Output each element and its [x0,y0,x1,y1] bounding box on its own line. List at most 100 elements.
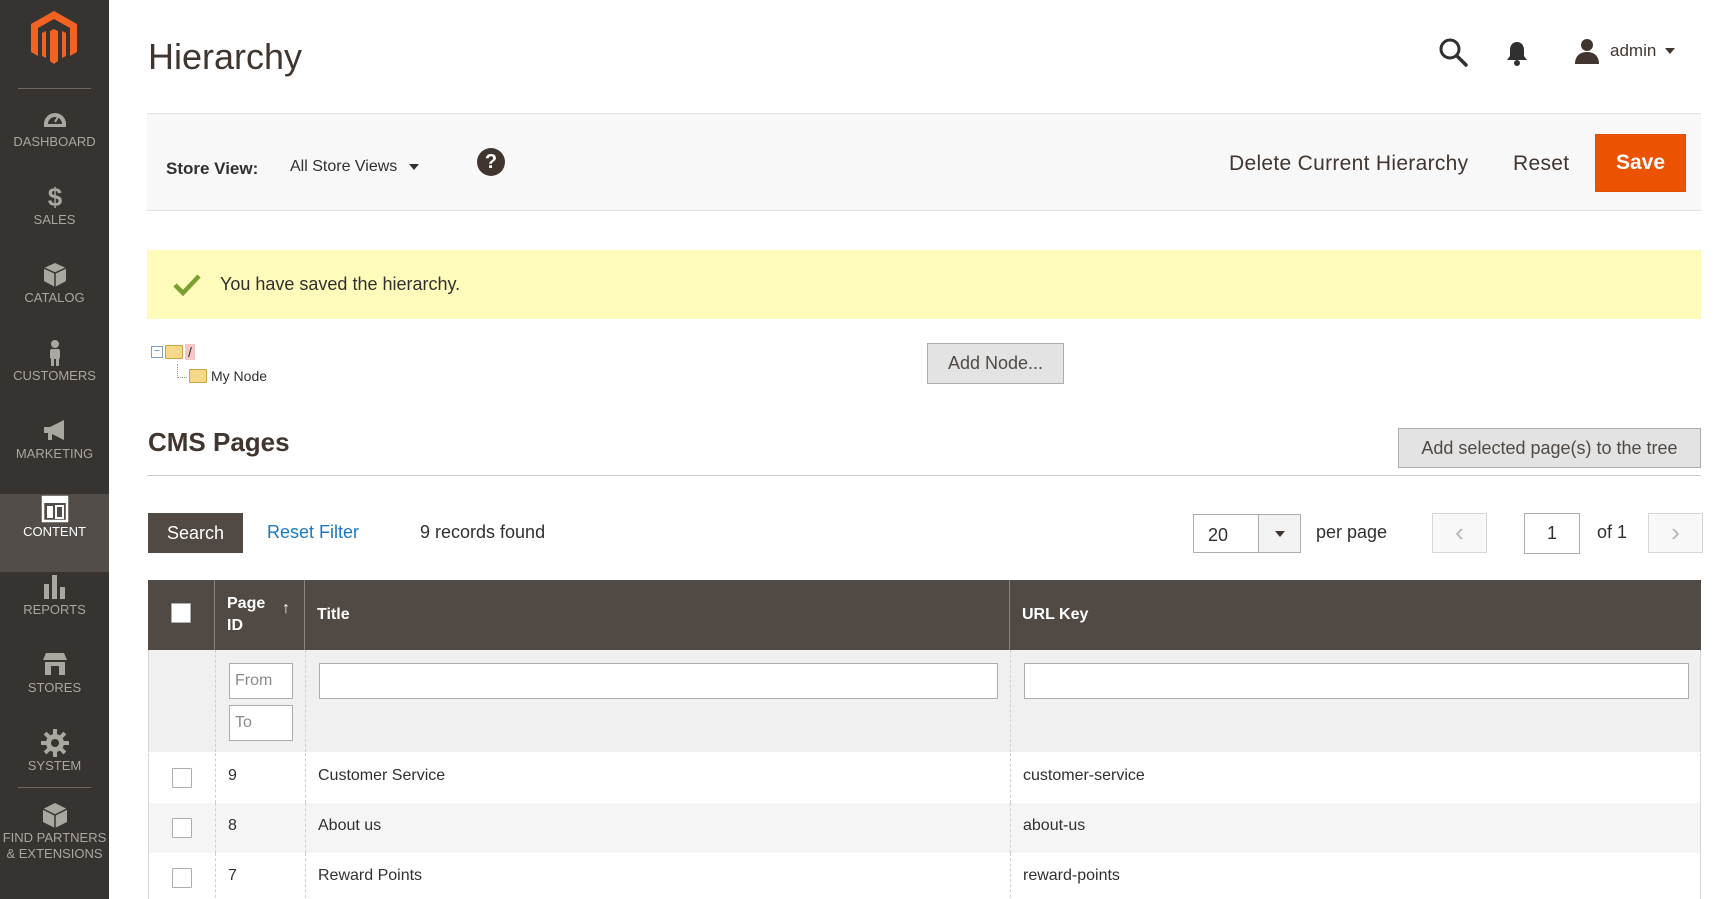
tree-node-label[interactable]: My Node [211,368,267,384]
column-divider [305,650,306,752]
column-header-page-id[interactable]: Page ID ↑ [215,580,305,650]
success-message: You have saved the hierarchy. [147,250,1701,319]
save-button[interactable]: Save [1595,134,1686,192]
hierarchy-tree: − / My Node [151,342,267,386]
select-all-checkbox[interactable] [171,603,191,623]
store-view-label: Store View: [166,159,259,178]
add-selected-pages-button[interactable]: Add selected page(s) to the tree [1398,428,1701,468]
sidebar-item-label: REPORTS [23,602,86,617]
admin-sidebar: DASHBOARD $ SALES CATALOG CUSTOMERS MARK… [0,0,109,899]
cell-title: Reward Points [318,867,423,884]
sidebar-divider [18,787,91,788]
delete-hierarchy-button[interactable]: Delete Current Hierarchy [1229,152,1468,176]
bar-chart-icon [43,575,65,599]
url-key-filter-input[interactable] [1024,663,1689,699]
column-label: Page ID [227,593,265,637]
tree-node[interactable]: My Node [177,364,267,386]
section-title: CMS Pages [148,427,290,457]
tree-node-root[interactable]: − / [151,342,267,362]
sidebar-item-label: STORES [27,680,82,695]
column-label-line: Page [227,595,266,612]
sidebar-item-system[interactable]: SYSTEM [0,728,109,806]
sidebar-item-label: & EXTENSIONS [6,846,103,861]
column-divider [305,803,306,853]
dollar-icon: $ [47,182,62,212]
column-label: URL Key [1022,606,1089,623]
svg-text:$: $ [47,182,62,212]
magento-logo[interactable] [30,11,78,65]
sidebar-item-partners[interactable]: FIND PARTNERS & EXTENSIONS [0,800,109,890]
per-page-select[interactable]: 20 [1193,514,1301,553]
prev-page-button[interactable]: ‹ [1432,513,1487,553]
column-divider [215,803,216,853]
admin-username: admin [1610,41,1657,60]
sidebar-item-label: CONTENT [23,524,86,539]
page-id-from-input[interactable]: From [229,663,293,699]
sidebar-item-reports[interactable]: REPORTS [0,572,109,650]
column-divider [305,753,306,803]
megaphone-icon [43,420,64,440]
sidebar-item-label: FIND PARTNERS [2,830,107,845]
row-checkbox[interactable] [172,768,192,788]
tree-connector [177,364,187,378]
next-page-button[interactable]: › [1648,513,1703,553]
search-button[interactable]: Search [148,513,243,553]
column-label: Title [317,606,350,623]
table-row[interactable]: 9 Customer Service customer-service [148,753,1701,803]
box-icon [43,263,66,287]
sidebar-item-label: CUSTOMERS [13,368,96,383]
page-actions-bar: Store View: All Store Views ? Delete Cur… [147,113,1701,211]
column-divider [1010,853,1011,899]
sidebar-item-catalog[interactable]: CATALOG [0,260,109,338]
page-id-to-input[interactable]: To [229,705,293,741]
sidebar-item-label: MARKETING [15,446,94,461]
help-icon[interactable]: ? [477,148,505,176]
search-icon[interactable] [1437,36,1469,68]
column-label-line: ID [227,617,243,634]
add-node-button[interactable]: Add Node... [927,343,1064,384]
table-row[interactable]: 8 About us about-us [148,803,1701,853]
store-view-switcher[interactable]: All Store Views [290,158,420,176]
sidebar-item-marketing[interactable]: MARKETING [0,416,109,494]
cell-page-id: 7 [228,867,237,884]
page-number-input[interactable]: 1 [1524,513,1580,554]
records-count: 9 records found [420,522,546,542]
user-icon [1575,39,1599,64]
sidebar-divider [18,88,91,89]
row-checkbox[interactable] [172,818,192,838]
grid-filter-row: From To [148,650,1701,752]
cell-title: Customer Service [318,767,446,784]
person-icon [49,340,60,366]
chevron-down-icon[interactable] [1258,515,1300,552]
sidebar-item-content[interactable]: CONTENT [0,494,109,572]
chevron-down-icon [1665,48,1676,54]
layout-icon [41,495,68,523]
tree-root-label[interactable]: / [185,344,195,360]
section-divider [147,475,1701,476]
column-header-url-key[interactable]: URL Key [1010,580,1701,650]
admin-user-menu[interactable]: admin [1574,38,1676,64]
sidebar-item-dashboard[interactable]: DASHBOARD [0,104,109,182]
sidebar-item-customers[interactable]: CUSTOMERS [0,338,109,416]
collapse-icon[interactable]: − [151,346,163,358]
table-row[interactable]: 7 Reward Points reward-points [148,853,1701,899]
bell-icon[interactable] [1505,40,1529,66]
per-page-value: 20 [1208,525,1229,545]
column-divider [305,853,306,899]
cell-page-id: 9 [228,767,237,784]
page-title: Hierarchy [148,36,303,77]
row-checkbox[interactable] [172,868,192,888]
sidebar-item-sales[interactable]: $ SALES [0,182,109,260]
reset-filter-link[interactable]: Reset Filter [267,522,359,543]
title-filter-input[interactable] [319,663,998,699]
sidebar-item-stores[interactable]: STORES [0,650,109,728]
partners-icon [42,803,67,828]
grid-header: Page ID ↑ Title URL Key [148,580,1701,650]
reset-button[interactable]: Reset [1513,152,1569,176]
gear-icon [40,729,69,757]
cell-page-id: 8 [228,817,237,834]
chevron-down-icon [409,164,420,170]
message-text: You have saved the hierarchy. [220,274,461,294]
per-page-label: per page [1316,522,1388,542]
column-header-title[interactable]: Title [305,580,1010,650]
